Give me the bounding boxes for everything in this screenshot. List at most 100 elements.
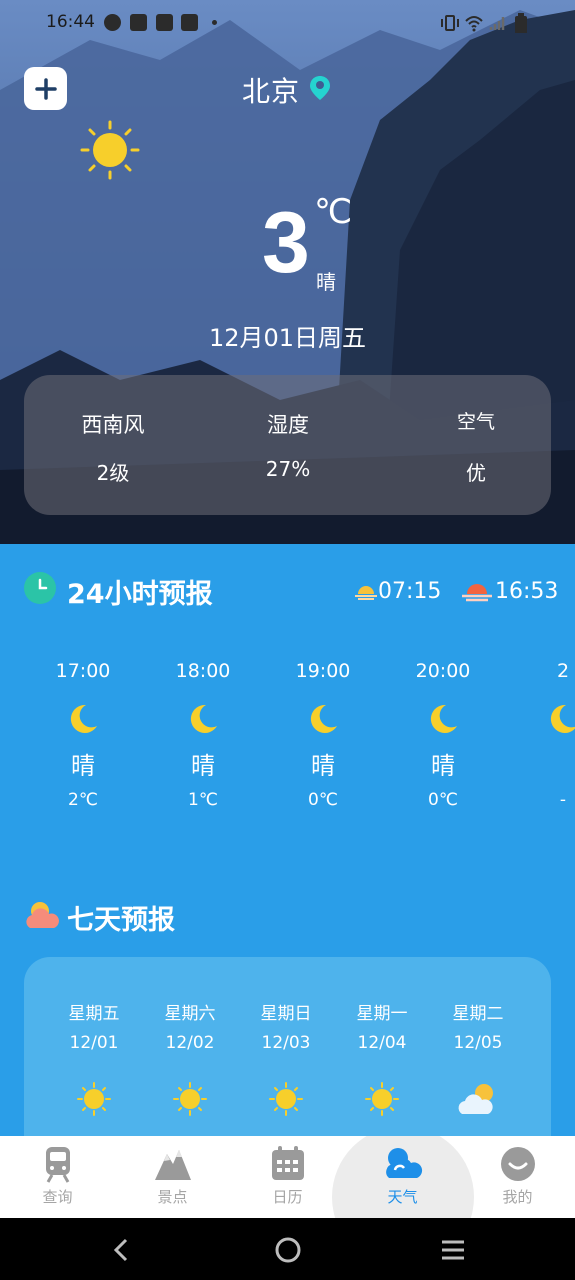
daily-item[interactable]: 星期二 12/05 [430,999,526,1119]
sunrise-icon [355,586,377,600]
sun-icon [80,120,140,180]
sunset-icon [462,584,492,602]
air-value: 优 [466,461,486,485]
shopping-bag-icon [181,14,198,31]
add-city-button[interactable] [24,67,67,110]
hourly-time: 20:00 [415,660,471,682]
sun-icon [77,1082,111,1116]
signal-icon [489,17,505,30]
location-pin-icon[interactable] [308,74,332,102]
daily-date: 12/04 [357,1033,407,1053]
sunset-time: 16:53 [495,579,559,604]
daily-weekday: 星期六 [164,1004,216,1024]
tab-query-label: 查询 [42,1188,73,1206]
shopping-bag-icon [156,14,173,31]
recents-menu-icon[interactable] [440,1238,466,1262]
battery-icon [515,13,527,33]
sun-icon [365,1082,399,1116]
hourly-condition [503,746,575,790]
hourly-temp: 0℃ [308,790,338,810]
sun-icon [269,1082,303,1116]
daily-date: 12/02 [165,1033,215,1053]
humidity-label: 湿度 [267,413,309,437]
hourly-condition: 晴 [431,752,455,780]
hourly-temp: - [559,790,567,810]
train-icon [46,1147,70,1183]
daily-weekday: 星期日 [260,1004,312,1024]
daily-weekday: 星期五 [68,1004,120,1024]
hourly-time: 19:00 [295,660,351,682]
hourly-item: 18:00 晴 1℃ [143,660,263,810]
moon-icon [550,704,575,733]
hourly-condition: 晴 [191,752,215,780]
city-name[interactable]: 北京 [242,70,300,110]
tab-calendar[interactable]: 日历 [230,1136,345,1218]
sun-icon [173,1082,207,1116]
status-time: 16:44 [46,12,95,32]
tab-scenic-label: 景点 [157,1188,188,1206]
hourly-time: 17:00 [55,660,111,682]
tab-weather-label: 天气 [387,1188,418,1206]
hourly-item: 2- [503,660,575,810]
calendar-icon [272,1146,304,1180]
tab-profile[interactable]: 我的 [460,1136,575,1218]
tab-weather[interactable]: 天气 [345,1136,460,1218]
profile-face-icon [501,1147,535,1181]
notification-icon [104,14,121,31]
daily-item[interactable]: 星期日 12/03 [238,999,334,1119]
details-panel: 西南风 2级 湿度 27% 空气 优 [24,375,551,515]
hourly-condition: 晴 [311,752,335,780]
weather-hero: 16:44 北京 3 ℃ 晴 12月01日周五 西南风 2级 湿度 27% 空气… [0,0,575,544]
weekly-title: 七天预报 [67,905,175,936]
home-icon[interactable] [274,1236,302,1264]
hourly-time: 18:00 [175,660,231,682]
daily-item[interactable]: 星期六 12/02 [142,999,238,1119]
more-notifications-icon [212,20,217,25]
hourly-item: 20:00 晴 0℃ [383,660,503,810]
wind-value: 2级 [96,461,130,485]
hourly-item: 17:00 晴 2℃ [23,660,143,810]
hourly-title: 24小时预报 [67,579,213,610]
hourly-temp: 1℃ [188,790,218,810]
hourly-condition: 晴 [71,752,95,780]
wifi-icon [465,16,483,32]
vibrate-icon [441,15,459,31]
hourly-temp: 2℃ [68,790,98,810]
moon-icon [310,704,337,733]
daily-item[interactable]: 星期一 12/04 [334,999,430,1119]
system-navigation-bar [0,1218,575,1280]
hourly-temp: 0℃ [428,790,458,810]
hourly-item: 19:00 晴 0℃ [263,660,383,810]
weather-cloud-icon [386,1148,423,1178]
daily-item[interactable]: 星期五 12/01 [46,999,142,1119]
daily-date: 12/01 [69,1033,119,1053]
shopping-bag-icon [130,14,147,31]
moon-icon [430,704,457,733]
temperature-unit: ℃ [314,192,353,232]
wind-label: 西南风 [81,413,145,437]
current-condition: 晴 [316,270,336,294]
air-label: 空气 [456,411,495,433]
humidity-value: 27% [265,457,311,481]
tab-scenic[interactable]: 景点 [115,1136,230,1218]
tab-profile-label: 我的 [502,1188,533,1206]
hourly-time: 2 [556,660,570,682]
current-date: 12月01日周五 [208,324,367,352]
tab-calendar-label: 日历 [272,1188,303,1206]
daily-date: 12/05 [453,1033,503,1053]
daily-weekday: 星期二 [452,1004,504,1024]
cloudy-sun-icon [26,902,59,928]
back-icon[interactable] [110,1238,132,1262]
mountain-icon [155,1150,191,1180]
tab-query[interactable]: 查询 [0,1136,115,1218]
current-temperature: 3 [262,195,310,291]
status-bar: 16:44 [0,0,575,46]
moon-icon [190,704,217,733]
daily-date: 12/03 [261,1033,311,1053]
clock-icon [24,572,56,604]
plus-icon [34,77,57,100]
sunrise-time: 07:15 [378,579,442,604]
bottom-tab-bar: 查询 景点 日历 天气 我的 [0,1136,575,1218]
cloudy-sun-icon [458,1084,493,1114]
daily-weekday: 星期一 [356,1004,408,1024]
